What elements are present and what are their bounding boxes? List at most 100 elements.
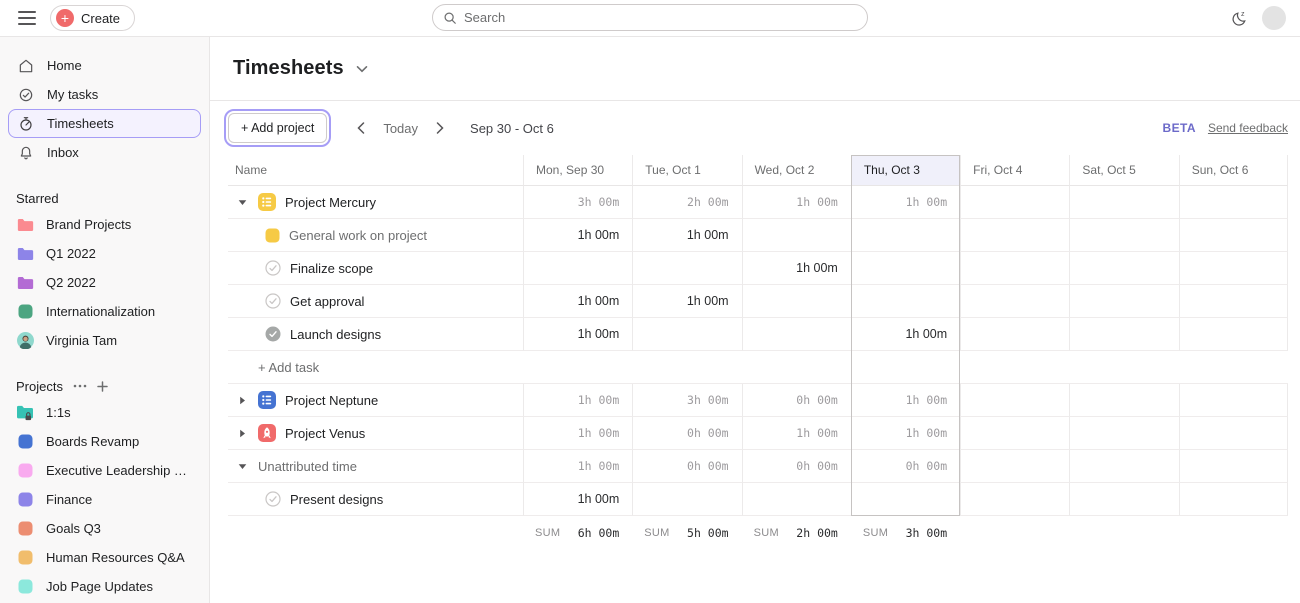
today-button[interactable]: Today bbox=[383, 121, 418, 136]
timesheet-cell[interactable] bbox=[742, 483, 851, 516]
timesheet-cell[interactable]: 1h 00m bbox=[851, 186, 960, 219]
timesheet-cell[interactable] bbox=[960, 219, 1069, 252]
sidebar-item-goals-q3[interactable]: Goals Q3 bbox=[8, 514, 201, 543]
timesheet-cell[interactable] bbox=[960, 417, 1069, 450]
timesheet-cell[interactable]: 1h 00m bbox=[851, 384, 960, 417]
timesheet-cell[interactable]: 1h 00m bbox=[632, 219, 741, 252]
previous-week-chevron-icon[interactable] bbox=[353, 118, 369, 138]
timesheet-cell[interactable] bbox=[632, 318, 741, 351]
timesheet-cell[interactable] bbox=[851, 351, 960, 384]
row-name-add-task[interactable]: + Add task bbox=[228, 351, 523, 384]
add-project-plus-icon[interactable] bbox=[97, 381, 108, 392]
row-name-unattributed-time[interactable]: Unattributed time bbox=[228, 450, 523, 483]
sidebar-item-internationalization[interactable]: Internationalization bbox=[8, 297, 201, 326]
create-button[interactable]: + Create bbox=[50, 5, 135, 31]
timesheet-cell[interactable] bbox=[1179, 318, 1288, 351]
timesheet-cell[interactable]: 1h 00m bbox=[851, 417, 960, 450]
sidebar-item-human-resources-q-a[interactable]: Human Resources Q&A bbox=[8, 543, 201, 572]
timesheet-cell[interactable] bbox=[851, 285, 960, 318]
timesheet-cell[interactable]: 2h 00m bbox=[632, 186, 741, 219]
sidebar-item-job-page-updates[interactable]: Job Page Updates bbox=[8, 572, 201, 601]
timesheet-cell[interactable]: 0h 00m bbox=[851, 450, 960, 483]
timesheet-cell[interactable] bbox=[1179, 417, 1288, 450]
sidebar-item-q1-2022[interactable]: Q1 2022 bbox=[8, 239, 201, 268]
sidebar-item-1-1s[interactable]: 1:1s bbox=[8, 398, 201, 427]
projects-overflow-icon[interactable] bbox=[73, 384, 87, 388]
sidebar-item-virginia-tam[interactable]: Virginia Tam bbox=[8, 326, 201, 355]
timesheet-cell[interactable]: 3h 00m bbox=[632, 384, 741, 417]
timesheet-cell[interactable]: 1h 00m bbox=[632, 285, 741, 318]
row-name-project-mercury[interactable]: Project Mercury bbox=[228, 186, 523, 219]
timesheet-cell[interactable] bbox=[632, 252, 741, 285]
timesheet-cell[interactable]: 1h 00m bbox=[851, 318, 960, 351]
sidebar-item-boards-revamp[interactable]: Boards Revamp bbox=[8, 427, 201, 456]
timesheet-cell[interactable] bbox=[523, 351, 632, 384]
search-box[interactable] bbox=[432, 4, 868, 31]
row-name-finalize-scope[interactable]: Finalize scope bbox=[228, 252, 523, 285]
timesheet-cell[interactable] bbox=[1179, 186, 1288, 219]
row-name-get-approval[interactable]: Get approval bbox=[228, 285, 523, 318]
next-week-chevron-icon[interactable] bbox=[432, 118, 448, 138]
sidebar-item-executive-leadership-gr[interactable]: Executive Leadership Gr... bbox=[8, 456, 201, 485]
timesheet-cell[interactable] bbox=[1179, 285, 1288, 318]
timesheet-cell[interactable] bbox=[960, 384, 1069, 417]
timesheet-cell[interactable]: 1h 00m bbox=[523, 384, 632, 417]
row-name-project-venus[interactable]: Project Venus bbox=[228, 417, 523, 450]
timesheet-cell[interactable]: 0h 00m bbox=[632, 417, 741, 450]
timesheet-cell[interactable]: 1h 00m bbox=[523, 219, 632, 252]
chevron-right-icon[interactable] bbox=[235, 429, 249, 438]
timesheet-cell[interactable]: 1h 00m bbox=[523, 318, 632, 351]
timesheet-cell[interactable] bbox=[1179, 384, 1288, 417]
search-input[interactable] bbox=[464, 10, 857, 25]
row-name-project-neptune[interactable]: Project Neptune bbox=[228, 384, 523, 417]
sidebar-item-q2-2022[interactable]: Q2 2022 bbox=[8, 268, 201, 297]
timesheet-cell[interactable]: 0h 00m bbox=[742, 384, 851, 417]
chevron-down-icon[interactable] bbox=[235, 463, 249, 470]
row-name-present-designs[interactable]: Present designs bbox=[228, 483, 523, 516]
do-not-disturb-moon-icon[interactable]: z bbox=[1231, 9, 1250, 28]
check-icon[interactable] bbox=[265, 293, 281, 309]
check-icon[interactable] bbox=[265, 491, 281, 507]
timesheet-cell[interactable]: 1h 00m bbox=[523, 417, 632, 450]
timesheet-cell[interactable] bbox=[742, 318, 851, 351]
timesheet-cell[interactable] bbox=[1069, 483, 1178, 516]
timesheet-cell[interactable] bbox=[960, 351, 1069, 384]
timesheet-cell[interactable]: 0h 00m bbox=[742, 450, 851, 483]
chevron-down-icon[interactable] bbox=[356, 65, 368, 73]
timesheet-cell[interactable] bbox=[632, 483, 741, 516]
sidebar-item-inbox[interactable]: Inbox bbox=[8, 138, 201, 167]
timesheet-cell[interactable] bbox=[960, 252, 1069, 285]
timesheet-cell[interactable] bbox=[1069, 417, 1178, 450]
check-icon[interactable] bbox=[265, 260, 281, 276]
timesheet-cell[interactable] bbox=[1069, 384, 1178, 417]
timesheet-cell[interactable]: 1h 00m bbox=[742, 252, 851, 285]
timesheet-cell[interactable] bbox=[960, 450, 1069, 483]
sidebar-item-timesheets[interactable]: Timesheets bbox=[8, 109, 201, 138]
timesheet-cell[interactable] bbox=[1069, 285, 1178, 318]
timesheet-cell[interactable] bbox=[1069, 186, 1178, 219]
timesheet-cell[interactable] bbox=[1179, 252, 1288, 285]
sidebar-item-home[interactable]: Home bbox=[8, 51, 201, 80]
timesheet-cell[interactable] bbox=[1179, 351, 1288, 384]
timesheet-cell[interactable] bbox=[1069, 252, 1178, 285]
timesheet-cell[interactable]: 3h 00m bbox=[523, 186, 632, 219]
timesheet-cell[interactable] bbox=[523, 252, 632, 285]
timesheet-cell[interactable]: 1h 00m bbox=[523, 285, 632, 318]
row-name-launch-designs[interactable]: Launch designs bbox=[228, 318, 523, 351]
timesheet-cell[interactable] bbox=[960, 318, 1069, 351]
timesheet-cell[interactable]: 1h 00m bbox=[523, 450, 632, 483]
timesheet-cell[interactable] bbox=[1179, 450, 1288, 483]
timesheet-cell[interactable]: 1h 00m bbox=[742, 417, 851, 450]
row-name-general-work-on-project[interactable]: General work on project bbox=[228, 219, 523, 252]
sidebar-item-brand-projects[interactable]: Brand Projects bbox=[8, 210, 201, 239]
check-done-icon[interactable] bbox=[265, 326, 281, 342]
timesheet-cell[interactable] bbox=[1069, 450, 1178, 483]
add-task-button[interactable]: + Add task bbox=[235, 360, 319, 375]
timesheet-cell[interactable] bbox=[1069, 318, 1178, 351]
timesheet-cell[interactable]: 1h 00m bbox=[742, 186, 851, 219]
timesheet-cell[interactable] bbox=[1069, 219, 1178, 252]
timesheet-cell[interactable] bbox=[851, 483, 960, 516]
sidebar-item-finance[interactable]: Finance bbox=[8, 485, 201, 514]
timesheet-cell[interactable] bbox=[1179, 219, 1288, 252]
timesheet-cell[interactable] bbox=[742, 351, 851, 384]
